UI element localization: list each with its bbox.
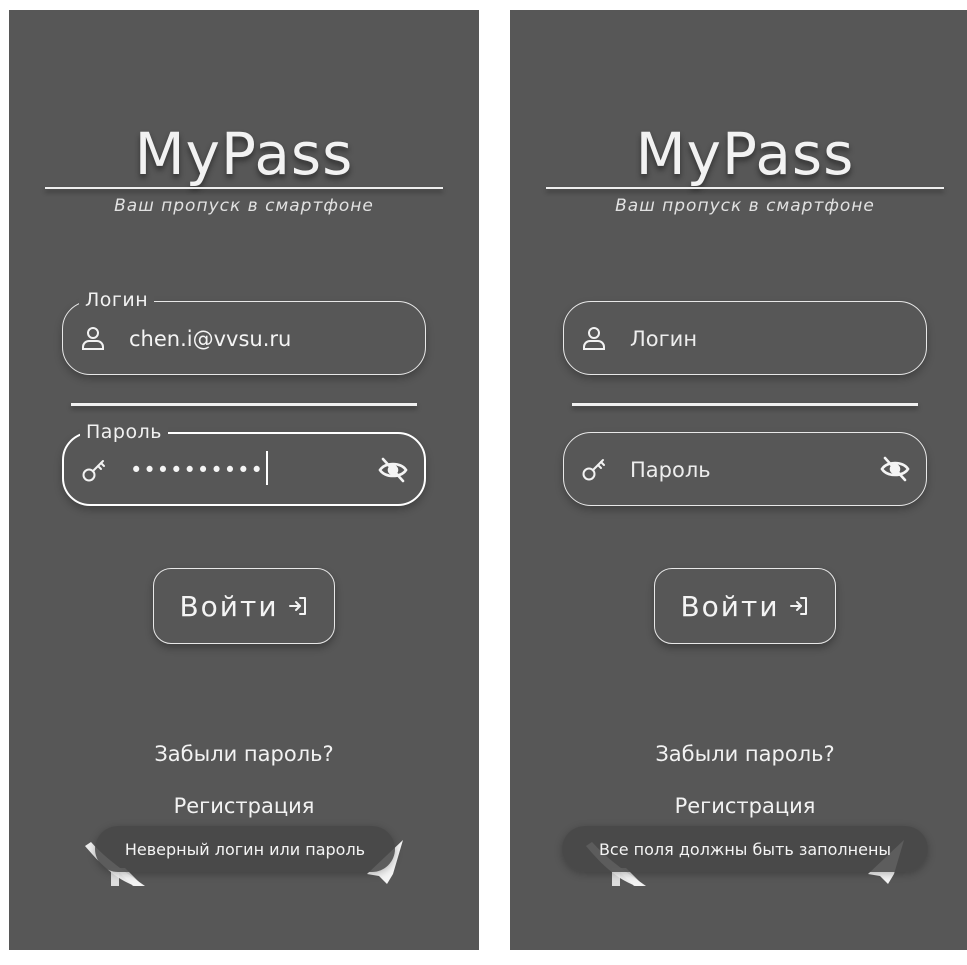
- user-icon: [583, 327, 605, 350]
- register-link[interactable]: Регистрация: [9, 794, 479, 818]
- login-input-placeholder[interactable]: Логин: [630, 324, 697, 354]
- key-icon: [82, 460, 105, 482]
- forgot-password-link[interactable]: Забыли пароль?: [510, 742, 967, 766]
- login-screen-empty: MyPass Ваш пропуск в смартфоне Логин Пар…: [510, 10, 967, 950]
- login-button[interactable]: Войти: [153, 568, 335, 644]
- eye-off-icon[interactable]: [378, 457, 408, 483]
- title-underline: [45, 187, 443, 189]
- login-arrow-icon: [789, 597, 807, 615]
- password-input[interactable]: ••••••••••: [130, 451, 268, 488]
- app-subtitle: Ваш пропуск в смартфоне: [615, 196, 875, 216]
- login-input[interactable]: chen.i@vvsu.ru: [129, 324, 291, 354]
- password-input-placeholder[interactable]: Пароль: [630, 455, 711, 485]
- login-field-label: Логин: [79, 288, 155, 312]
- user-icon: [82, 327, 104, 350]
- title-underline: [546, 187, 944, 189]
- login-field[interactable]: Логин: [563, 301, 927, 375]
- validation-toast: Все поля должны быть заполнены: [562, 826, 928, 872]
- key-icon: [582, 459, 605, 481]
- error-toast: Неверный логин или пароль: [95, 826, 395, 872]
- forgot-password-link[interactable]: Забыли пароль?: [9, 742, 479, 766]
- login-button-label: Войти: [680, 589, 780, 623]
- register-link[interactable]: Регистрация: [510, 794, 967, 818]
- fields-divider: [572, 403, 918, 406]
- password-field[interactable]: Пароль: [563, 432, 927, 506]
- login-button[interactable]: Войти: [654, 568, 836, 644]
- text-cursor: [265, 451, 268, 485]
- app-title: MyPass: [134, 120, 354, 188]
- app-subtitle: Ваш пропуск в смартфоне: [114, 196, 374, 216]
- password-field-label: Пароль: [80, 420, 168, 444]
- fields-divider: [71, 403, 417, 406]
- app-title: MyPass: [635, 120, 855, 188]
- login-button-label: Войти: [179, 589, 279, 623]
- login-screen-filled: MyPass Ваш пропуск в смартфоне Логин che…: [9, 10, 479, 950]
- eye-off-icon[interactable]: [880, 456, 910, 482]
- login-field[interactable]: Логин chen.i@vvsu.ru: [62, 288, 426, 375]
- login-arrow-icon: [288, 597, 306, 615]
- password-field[interactable]: Пароль ••••••••••: [62, 420, 426, 506]
